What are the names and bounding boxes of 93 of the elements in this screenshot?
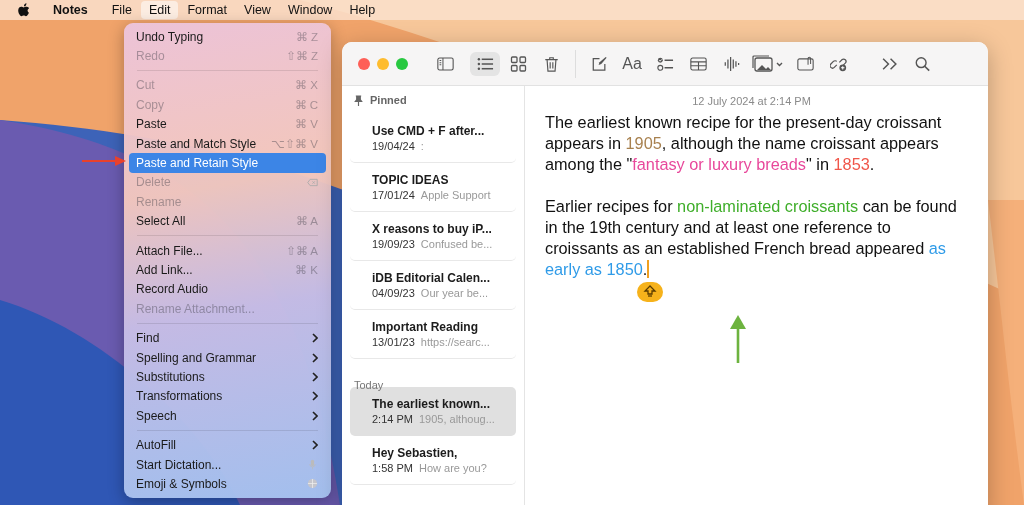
shortcut: ⌘ A bbox=[295, 214, 318, 229]
menu-item[interactable]: Emoji & Symbols bbox=[129, 474, 326, 494]
note-title: iDB Editorial Calen... bbox=[372, 270, 492, 285]
note-list-item[interactable]: Use CMD + F after... 19/04/24 : bbox=[350, 114, 516, 163]
menu-item[interactable]: Transformations bbox=[129, 386, 326, 407]
list-icon bbox=[476, 55, 494, 72]
note-date: 2:14 PM bbox=[372, 412, 413, 425]
menu-item[interactable]: Paste and Retain Style bbox=[129, 153, 326, 173]
shortcut: ⌥⇧⌘ V bbox=[271, 136, 318, 151]
shortcut: ⌘ V bbox=[295, 117, 318, 132]
globe-icon bbox=[307, 478, 318, 490]
compose-icon bbox=[590, 55, 608, 72]
table-icon bbox=[689, 55, 707, 72]
menu-item[interactable]: Start Dictation... bbox=[129, 454, 326, 475]
menu-item[interactable]: Record Audio bbox=[129, 279, 326, 300]
pointer-arrow bbox=[730, 315, 746, 363]
note-date: 13/01/23 bbox=[372, 335, 415, 348]
menu-bar-item[interactable]: Help bbox=[341, 1, 384, 19]
shortcut: ⌘ Z bbox=[295, 29, 318, 44]
note-snippet: Apple Support bbox=[420, 188, 491, 201]
note-snippet: Our year be... bbox=[420, 286, 489, 299]
grid-icon bbox=[509, 55, 527, 72]
shortcut: ⌘ C bbox=[294, 97, 318, 112]
note-list-item[interactable]: X reasons to buy iP... 19/09/23 Confused be... bbox=[350, 212, 516, 261]
note-list-item[interactable]: Hey Sebastien, 1:58 PM How are you? bbox=[350, 436, 516, 485]
delete-key-icon bbox=[307, 176, 318, 188]
chevron-right-icon bbox=[312, 410, 318, 421]
menu-item[interactable]: Spelling and Grammar bbox=[129, 347, 326, 368]
note-snippet: Confused be... bbox=[420, 237, 493, 250]
note-list-item[interactable]: TOPIC IDEAS 17/01/24 Apple Support bbox=[350, 163, 516, 212]
note-date: 19/04/24 bbox=[372, 139, 415, 152]
chevron-right-icon bbox=[312, 352, 318, 363]
microphone-icon bbox=[307, 459, 318, 470]
close-button[interactable] bbox=[358, 57, 370, 70]
note-title: TOPIC IDEAS bbox=[372, 172, 450, 187]
menu-bar-item[interactable]: Window bbox=[279, 1, 341, 19]
search-icon bbox=[913, 55, 931, 72]
menu-bar-item[interactable]: View bbox=[236, 1, 279, 19]
menu-item[interactable]: Find bbox=[129, 328, 326, 348]
note-paragraph: Earlier recipes for non-laminated croissants can be found in the 19th century and at least one reference to croissants as an established French bread appeared as early as 1850. bbox=[545, 196, 958, 280]
note-snippet: : bbox=[420, 139, 424, 152]
note-paragraph: The earliest known recipe for the present-day croissant appears in 1905, although the name croissant appears among the "fantasy or luxury breads" in 1853. bbox=[545, 112, 943, 175]
pin-icon bbox=[354, 94, 363, 106]
shortcut: ⇧⌘ Z bbox=[285, 49, 318, 64]
note-snippet: How are you? bbox=[418, 461, 487, 474]
section-heading: Pinned bbox=[370, 94, 407, 106]
note-list-item[interactable]: Important Reading 13/01/23 https://searc... bbox=[350, 310, 516, 359]
caps-lock-icon bbox=[637, 282, 663, 302]
menu-item[interactable]: Add Link... ⌘ K bbox=[129, 260, 326, 280]
app-menu[interactable]: Notes bbox=[47, 2, 94, 18]
waveform-icon bbox=[722, 55, 740, 72]
menu-item[interactable]: Select All ⌘ A bbox=[129, 211, 326, 231]
chevron-right-icon bbox=[312, 371, 318, 382]
note-list-item[interactable]: iDB Editorial Calen... 04/09/23 Our year be... bbox=[350, 261, 516, 310]
note-title: Hey Sebastien, bbox=[372, 445, 459, 460]
menu-item[interactable]: Paste and Match Style ⌥⇧⌘ V bbox=[129, 133, 326, 154]
apple-logo-icon[interactable] bbox=[17, 2, 30, 18]
attachment-icon bbox=[796, 55, 814, 72]
note-snippet: 1905, althoug... bbox=[418, 412, 495, 425]
sidebar-icon bbox=[436, 55, 454, 72]
note-title: X reasons to buy iP... bbox=[372, 221, 493, 236]
double-chevron-icon bbox=[880, 55, 898, 72]
menu-bar-item[interactable]: Format bbox=[179, 1, 236, 19]
note-date: 19/09/23 bbox=[372, 237, 415, 250]
menu-item[interactable]: Undo Typing ⌘ Z bbox=[129, 27, 326, 47]
chevron-right-icon bbox=[312, 440, 318, 451]
photo-icon bbox=[752, 54, 784, 73]
note-snippet: https://searc... bbox=[420, 335, 490, 348]
chevron-right-icon bbox=[312, 333, 318, 344]
note-date: 04/09/23 bbox=[372, 286, 415, 299]
pointer-arrow bbox=[82, 155, 126, 167]
shortcut: ⇧⌘ A bbox=[285, 243, 318, 258]
note-title: Use CMD + F after... bbox=[372, 123, 486, 138]
menu-item[interactable]: Substitutions bbox=[129, 367, 326, 387]
menu-item[interactable]: Attach File... ⇧⌘ A bbox=[129, 240, 326, 261]
note-title: The earliest known... bbox=[372, 396, 492, 411]
checklist-icon bbox=[656, 55, 674, 72]
note-date: 1:58 PM bbox=[372, 461, 413, 474]
menu-bar-item[interactable]: Edit bbox=[140, 1, 179, 19]
menu-item[interactable]: AutoFill bbox=[129, 435, 326, 455]
chevron-right-icon bbox=[312, 391, 318, 402]
shortcut: ⌘ K bbox=[295, 263, 318, 277]
note-date-header: 12 July 2024 at 2:14 PM bbox=[691, 95, 812, 107]
shortcut: ⌘ X bbox=[295, 78, 318, 93]
note-title: Important Reading bbox=[372, 319, 479, 334]
menu-bar-item[interactable]: File bbox=[103, 1, 140, 19]
note-date: 17/01/24 bbox=[372, 188, 415, 201]
menu-item[interactable]: Speech bbox=[129, 406, 326, 426]
format-button[interactable]: Aa bbox=[617, 51, 647, 76]
trash-icon bbox=[542, 55, 560, 72]
menu-item[interactable]: Paste ⌘ V bbox=[129, 114, 326, 134]
link-icon bbox=[829, 55, 847, 72]
list-view-button[interactable] bbox=[470, 51, 500, 76]
